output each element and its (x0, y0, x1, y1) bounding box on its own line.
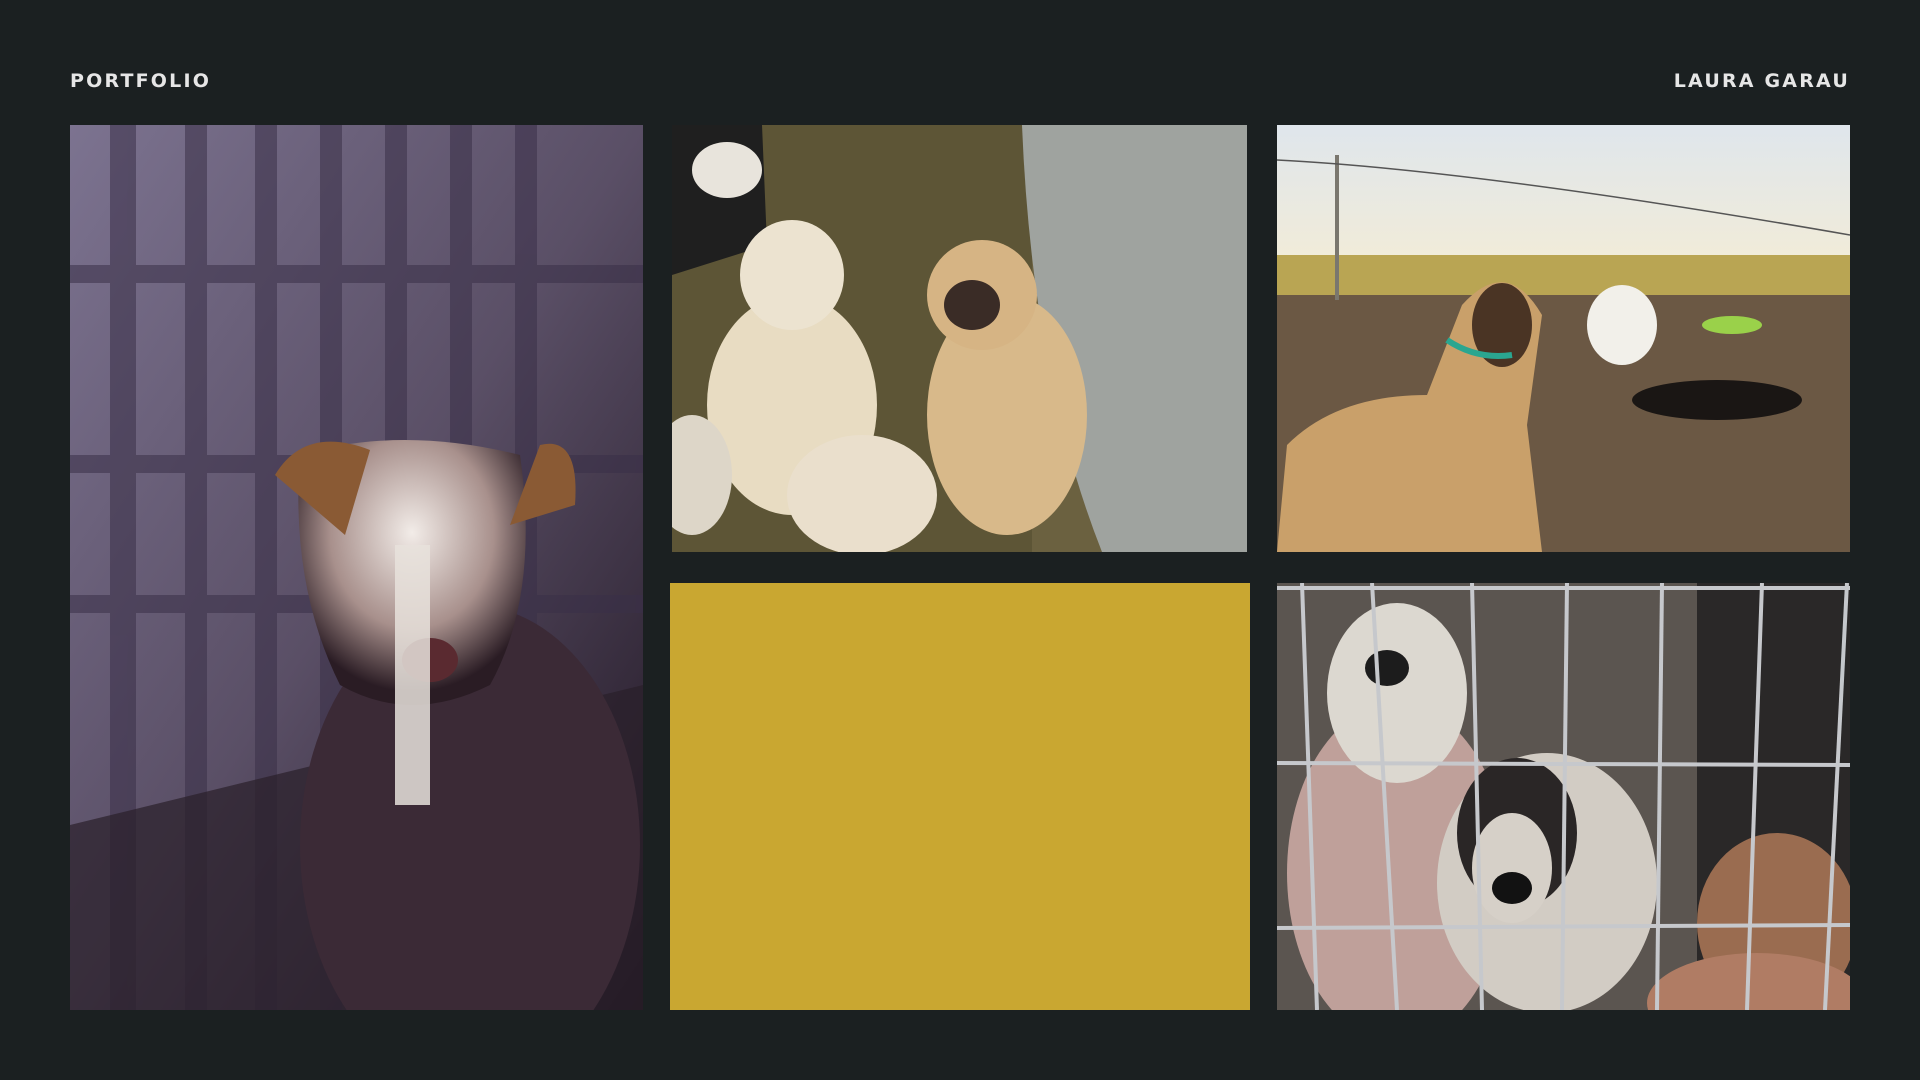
author-name: LAURA GARAU (1673, 70, 1850, 92)
color-block (670, 583, 1250, 1010)
photo-caged-dogs[interactable] (1277, 583, 1850, 1010)
photo-field-dog[interactable] (1277, 125, 1850, 552)
photo-shadow-dog[interactable] (70, 125, 643, 1010)
portfolio-label: PORTFOLIO (70, 70, 212, 92)
photo-caged-dogs-image (1277, 583, 1850, 1010)
photo-puppies-image (672, 125, 1247, 552)
photo-puppies[interactable] (672, 125, 1247, 552)
photo-field-dog-image (1277, 125, 1850, 552)
photo-shadow-dog-image (70, 125, 643, 1010)
